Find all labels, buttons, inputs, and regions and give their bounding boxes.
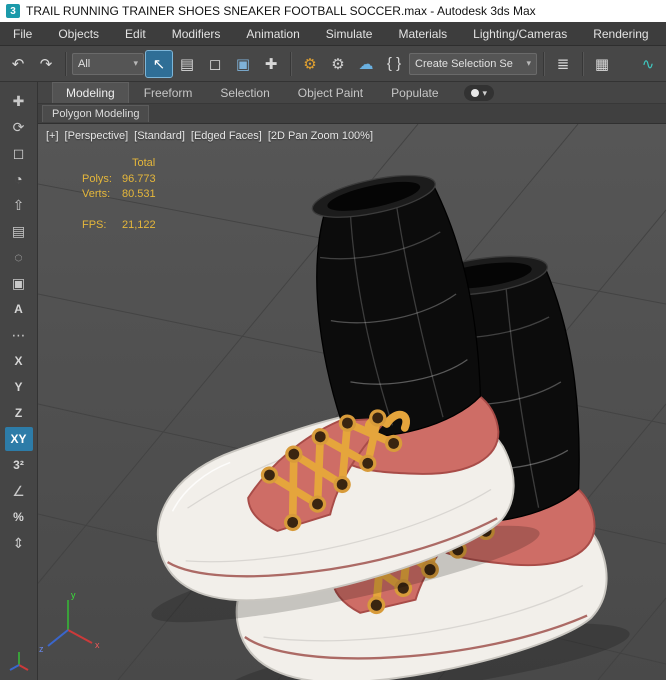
polys-label: Polys: xyxy=(82,173,112,185)
angle-snap-toggle[interactable]: ∠ xyxy=(5,479,33,503)
world-axis-gizmo: y x z xyxy=(39,590,100,654)
menu-materials[interactable]: Materials xyxy=(385,22,460,45)
soft-selection-icon[interactable]: ◌ xyxy=(5,245,33,269)
axis-y-label: y xyxy=(71,590,76,600)
app-window: 3 TRAIL RUNNING TRAINER SHOES SNEAKER FO… xyxy=(0,0,666,680)
extrude-tool-icon[interactable]: ⇧ xyxy=(5,193,33,217)
chevron-down-icon: ▾ xyxy=(133,58,138,68)
main-toolbar: ↶ ↷ All ▾ ↖ ▤ ◻ ▣ ✚ ⚙ ⚙ ☁ { } Create Sel… xyxy=(0,46,666,82)
verts-value: 80.531 xyxy=(122,188,156,200)
rect-selection-region-icon[interactable]: ◻ xyxy=(202,51,228,77)
ribbon-subtab-row: Polygon Modeling xyxy=(38,104,666,124)
perspective-viewport[interactable]: y x z [+] [Perspective] [Standard] [Edge… xyxy=(38,124,666,680)
named-selection-sets-icon[interactable]: { } xyxy=(381,51,407,77)
viewport-menu-standard[interactable]: [Standard] xyxy=(134,130,185,142)
tab-freeform[interactable]: Freeform xyxy=(131,83,206,103)
toolbar-separator xyxy=(290,51,291,76)
viewport-menu-shading[interactable]: [Edged Faces] xyxy=(191,130,262,142)
curve-editor-icon[interactable]: ∿ xyxy=(635,51,661,77)
polys-value: 96.773 xyxy=(122,173,156,185)
toolbar-separator xyxy=(65,51,66,76)
menu-modifiers[interactable]: Modifiers xyxy=(159,22,234,45)
scene-explorer-icon[interactable]: ▦ xyxy=(589,51,615,77)
stats-polys-row: Polys: 96.773 xyxy=(82,172,156,187)
main-area: ✚ ⟳ ◻ ◔ ⇧ ▤ ◌ ▣ A ⋯ X Y Z XY 3² ∠ % ⇕ Mo… xyxy=(0,82,666,680)
tab-selection[interactable]: Selection xyxy=(207,83,282,103)
grid-display-icon[interactable]: ▣ xyxy=(5,271,33,295)
stats-verts-row: Verts: 80.531 xyxy=(82,187,156,202)
layer-manager-icon[interactable]: ≣ xyxy=(550,51,576,77)
left-toolbar: ✚ ⟳ ◻ ◔ ⇧ ▤ ◌ ▣ A ⋯ X Y Z XY 3² ∠ % ⇕ xyxy=(0,82,38,680)
viewport-label: [+] [Perspective] [Standard] [Edged Face… xyxy=(46,130,373,142)
chevron-down-icon: ▾ xyxy=(482,87,488,98)
select-and-rotate-icon[interactable]: ⟳ xyxy=(5,115,33,139)
percent-snap-toggle[interactable]: % xyxy=(5,505,33,529)
select-object-icon[interactable]: ↖ xyxy=(145,49,173,78)
ribbon-state-icon xyxy=(470,89,479,97)
create-selection-set-value: Create Selection Se xyxy=(415,57,513,70)
paint-selection-region-icon[interactable]: ▣ xyxy=(230,51,256,77)
right-column: Modeling Freeform Selection Object Paint… xyxy=(38,82,666,680)
redo-icon[interactable]: ↷ xyxy=(33,51,59,77)
ribbon-config-dropdown[interactable]: ▾ xyxy=(463,85,495,101)
undo-icon[interactable]: ↶ xyxy=(5,51,31,77)
fps-label: FPS: xyxy=(82,219,107,231)
select-region-icon[interactable]: ◻ xyxy=(5,141,33,165)
menu-file[interactable]: File xyxy=(0,22,45,45)
menubar: File Objects Edit Modifiers Animation Si… xyxy=(0,22,666,46)
titlebar: 3 TRAIL RUNNING TRAINER SHOES SNEAKER FO… xyxy=(0,0,666,22)
toolbar-separator xyxy=(582,51,583,76)
select-and-move-icon[interactable]: ✚ xyxy=(258,51,284,77)
selection-filter-dropdown[interactable]: All ▾ xyxy=(72,52,144,75)
axis-z-label: z xyxy=(39,644,44,654)
ribbon-tabs: Modeling Freeform Selection Object Paint… xyxy=(38,82,666,104)
constraint-x-button[interactable]: X xyxy=(5,349,33,373)
axis-x-label: x xyxy=(95,640,100,650)
tab-polygon-modeling[interactable]: Polygon Modeling xyxy=(42,105,150,122)
stats-total-label: Total xyxy=(132,157,156,169)
spacing-tool-icon[interactable]: ⋯ xyxy=(5,323,33,347)
menu-lighting-cameras[interactable]: Lighting/Cameras xyxy=(460,22,580,45)
tab-populate[interactable]: Populate xyxy=(378,83,451,103)
verts-label: Verts: xyxy=(82,188,111,200)
create-selection-set-dropdown[interactable]: Create Selection Se ▾ xyxy=(409,52,537,75)
angle-snap-icon[interactable]: ⚙ xyxy=(325,51,351,77)
select-by-name-icon[interactable]: ▤ xyxy=(174,51,200,77)
stats-fps-row: FPS: 21,122 xyxy=(82,218,156,233)
menu-animation[interactable]: Animation xyxy=(233,22,312,45)
window-title: TRAIL RUNNING TRAINER SHOES SNEAKER FOOT… xyxy=(26,4,536,18)
viewport-menu-plus[interactable]: [+] xyxy=(46,130,59,142)
spinner-snap-toggle[interactable]: ⇕ xyxy=(5,531,33,555)
snaps-3d-toggle[interactable]: 3² xyxy=(5,453,33,477)
fps-value: 21,122 xyxy=(122,219,156,231)
app-logo-icon: 3 xyxy=(6,4,20,18)
stack-view-icon[interactable]: ▤ xyxy=(5,219,33,243)
axis-tripod-icon xyxy=(5,649,33,673)
cloud-render-icon[interactable]: ☁ xyxy=(353,51,379,77)
select-and-move-icon[interactable]: ✚ xyxy=(5,89,33,113)
constraint-xy-button[interactable]: XY xyxy=(4,427,33,451)
viewport-menu-pov[interactable]: [Perspective] xyxy=(65,130,129,142)
menu-simulate[interactable]: Simulate xyxy=(313,22,386,45)
toolbar-separator xyxy=(543,51,544,76)
menu-rendering[interactable]: Rendering xyxy=(580,22,661,45)
align-tool-icon[interactable]: A xyxy=(5,297,33,321)
constraint-z-button[interactable]: Z xyxy=(5,401,33,425)
viewport-statistics: Total Polys: 96.773 Verts: 80.531 FPS: 2… xyxy=(82,156,156,233)
orbit-view-icon[interactable]: ◔ xyxy=(5,167,33,191)
tab-modeling[interactable]: Modeling xyxy=(52,82,129,103)
constraint-y-button[interactable]: Y xyxy=(5,375,33,399)
chevron-down-icon: ▾ xyxy=(526,58,531,68)
viewport-menu-pan-zoom[interactable]: [2D Pan Zoom 100%] xyxy=(268,130,373,142)
menu-objects[interactable]: Objects xyxy=(45,22,112,45)
tab-object-paint[interactable]: Object Paint xyxy=(285,83,376,103)
selection-filter-value: All xyxy=(78,57,91,70)
menu-edit[interactable]: Edit xyxy=(112,22,159,45)
snaps-toggle-icon[interactable]: ⚙ xyxy=(297,51,323,77)
